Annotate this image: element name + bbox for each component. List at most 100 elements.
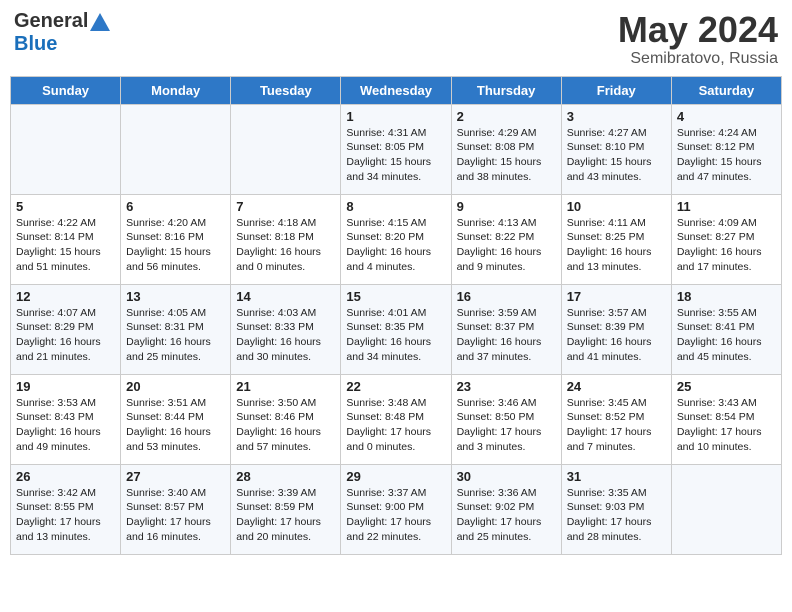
day-info: Sunrise: 3:53 AM Sunset: 8:43 PM Dayligh… xyxy=(16,396,115,455)
title-block: May 2024 Semibratovo, Russia xyxy=(618,10,778,68)
calendar-table: SundayMondayTuesdayWednesdayThursdayFrid… xyxy=(10,76,782,555)
calendar-day-cell: 17 Sunrise: 3:57 AM Sunset: 8:39 PM Dayli… xyxy=(561,284,671,374)
calendar-day-cell: 2Sunrise: 4:29 AM Sunset: 8:08 PM Daylig… xyxy=(451,104,561,194)
day-number: 16 xyxy=(457,289,556,304)
day-info: Sunrise: 3:50 AM Sunset: 8:46 PM Dayligh… xyxy=(236,396,335,455)
calendar-day-cell xyxy=(231,104,341,194)
calendar-week-row: 1 Sunrise: 4:31 AM Sunset: 8:05 PM Daylig… xyxy=(11,104,782,194)
calendar-day-cell: 6 Sunrise: 4:20 AM Sunset: 8:16 PM Daylig… xyxy=(121,194,231,284)
calendar-day-cell: 15 Sunrise: 4:01 AM Sunset: 8:35 PM Dayli… xyxy=(341,284,451,374)
day-number: 10 xyxy=(567,199,666,214)
calendar-day-cell: 30 Sunrise: 3:36 AM Sunset: 9:02 PM Dayli… xyxy=(451,464,561,554)
day-of-week-header: Saturday xyxy=(671,76,781,104)
day-number: 18 xyxy=(677,289,776,304)
day-number: 30 xyxy=(457,469,556,484)
calendar-day-cell: 26 Sunrise: 3:42 AM Sunset: 8:55 PM Dayli… xyxy=(11,464,121,554)
calendar-day-cell: 18 Sunrise: 3:55 AM Sunset: 8:41 PM Dayli… xyxy=(671,284,781,374)
day-info: Sunrise: 3:37 AM Sunset: 9:00 PM Dayligh… xyxy=(346,486,445,545)
day-number: 2 xyxy=(457,109,556,124)
calendar-day-cell: 24 Sunrise: 3:45 AM Sunset: 8:52 PM Dayli… xyxy=(561,374,671,464)
day-info: Sunrise: 3:57 AM Sunset: 8:39 PM Dayligh… xyxy=(567,306,666,365)
day-number: 5 xyxy=(16,199,115,214)
day-number: 25 xyxy=(677,379,776,394)
day-of-week-header: Friday xyxy=(561,76,671,104)
day-info: Sunrise: 4:05 AM Sunset: 8:31 PM Dayligh… xyxy=(126,306,225,365)
calendar-day-cell: 3 Sunrise: 4:27 AM Sunset: 8:10 PM Daylig… xyxy=(561,104,671,194)
day-info: Sunrise: 4:15 AM Sunset: 8:20 PM Dayligh… xyxy=(346,216,445,275)
day-number: 26 xyxy=(16,469,115,484)
calendar-day-cell xyxy=(671,464,781,554)
day-number: 27 xyxy=(126,469,225,484)
calendar-day-cell: 1 Sunrise: 4:31 AM Sunset: 8:05 PM Daylig… xyxy=(341,104,451,194)
day-number: 21 xyxy=(236,379,335,394)
logo-blue-text: Blue xyxy=(14,33,57,56)
day-info: Sunrise: 3:51 AM Sunset: 8:44 PM Dayligh… xyxy=(126,396,225,455)
calendar-day-cell: 21 Sunrise: 3:50 AM Sunset: 8:46 PM Dayli… xyxy=(231,374,341,464)
calendar-day-cell: 20Sunrise: 3:51 AM Sunset: 8:44 PM Dayli… xyxy=(121,374,231,464)
day-info: Sunrise: 3:46 AM Sunset: 8:50 PM Dayligh… xyxy=(457,396,556,455)
calendar-day-cell: 22Sunrise: 3:48 AM Sunset: 8:48 PM Dayli… xyxy=(341,374,451,464)
day-info: Sunrise: 3:45 AM Sunset: 8:52 PM Dayligh… xyxy=(567,396,666,455)
day-number: 29 xyxy=(346,469,445,484)
calendar-day-cell: 14Sunrise: 4:03 AM Sunset: 8:33 PM Dayli… xyxy=(231,284,341,374)
month-year-title: May 2024 xyxy=(618,10,778,50)
day-info: Sunrise: 3:55 AM Sunset: 8:41 PM Dayligh… xyxy=(677,306,776,365)
page-header: General Blue May 2024 Semibratovo, Russi… xyxy=(10,10,782,68)
calendar-day-cell: 31 Sunrise: 3:35 AM Sunset: 9:03 PM Dayli… xyxy=(561,464,671,554)
day-number: 9 xyxy=(457,199,556,214)
day-number: 6 xyxy=(126,199,225,214)
day-info: Sunrise: 3:43 AM Sunset: 8:54 PM Dayligh… xyxy=(677,396,776,455)
day-of-week-header: Thursday xyxy=(451,76,561,104)
day-info: Sunrise: 4:27 AM Sunset: 8:10 PM Dayligh… xyxy=(567,126,666,185)
calendar-day-cell: 8 Sunrise: 4:15 AM Sunset: 8:20 PM Daylig… xyxy=(341,194,451,284)
calendar-week-row: 19Sunrise: 3:53 AM Sunset: 8:43 PM Dayli… xyxy=(11,374,782,464)
day-info: Sunrise: 4:20 AM Sunset: 8:16 PM Dayligh… xyxy=(126,216,225,275)
day-info: Sunrise: 4:01 AM Sunset: 8:35 PM Dayligh… xyxy=(346,306,445,365)
day-of-week-header: Tuesday xyxy=(231,76,341,104)
day-number: 11 xyxy=(677,199,776,214)
day-info: Sunrise: 3:36 AM Sunset: 9:02 PM Dayligh… xyxy=(457,486,556,545)
calendar-week-row: 12Sunrise: 4:07 AM Sunset: 8:29 PM Dayli… xyxy=(11,284,782,374)
calendar-day-cell: 4Sunrise: 4:24 AM Sunset: 8:12 PM Daylig… xyxy=(671,104,781,194)
calendar-day-cell: 19Sunrise: 3:53 AM Sunset: 8:43 PM Dayli… xyxy=(11,374,121,464)
day-info: Sunrise: 4:11 AM Sunset: 8:25 PM Dayligh… xyxy=(567,216,666,275)
day-number: 15 xyxy=(346,289,445,304)
logo-general-text: General xyxy=(14,10,88,33)
day-number: 12 xyxy=(16,289,115,304)
calendar-day-cell: 28Sunrise: 3:39 AM Sunset: 8:59 PM Dayli… xyxy=(231,464,341,554)
location-subtitle: Semibratovo, Russia xyxy=(618,50,778,68)
calendar-day-cell: 12Sunrise: 4:07 AM Sunset: 8:29 PM Dayli… xyxy=(11,284,121,374)
day-info: Sunrise: 3:48 AM Sunset: 8:48 PM Dayligh… xyxy=(346,396,445,455)
day-number: 23 xyxy=(457,379,556,394)
day-info: Sunrise: 4:18 AM Sunset: 8:18 PM Dayligh… xyxy=(236,216,335,275)
day-info: Sunrise: 4:22 AM Sunset: 8:14 PM Dayligh… xyxy=(16,216,115,275)
day-number: 3 xyxy=(567,109,666,124)
calendar-day-cell: 25 Sunrise: 3:43 AM Sunset: 8:54 PM Dayli… xyxy=(671,374,781,464)
day-info: Sunrise: 4:31 AM Sunset: 8:05 PM Dayligh… xyxy=(346,126,445,185)
calendar-day-cell: 9 Sunrise: 4:13 AM Sunset: 8:22 PM Daylig… xyxy=(451,194,561,284)
day-number: 24 xyxy=(567,379,666,394)
day-of-week-header: Sunday xyxy=(11,76,121,104)
logo-icon xyxy=(90,13,110,31)
calendar-day-cell: 16 Sunrise: 3:59 AM Sunset: 8:37 PM Dayli… xyxy=(451,284,561,374)
calendar-day-cell: 13Sunrise: 4:05 AM Sunset: 8:31 PM Dayli… xyxy=(121,284,231,374)
day-number: 7 xyxy=(236,199,335,214)
day-of-week-header: Monday xyxy=(121,76,231,104)
day-info: Sunrise: 3:42 AM Sunset: 8:55 PM Dayligh… xyxy=(16,486,115,545)
day-info: Sunrise: 4:09 AM Sunset: 8:27 PM Dayligh… xyxy=(677,216,776,275)
day-info: Sunrise: 3:40 AM Sunset: 8:57 PM Dayligh… xyxy=(126,486,225,545)
day-info: Sunrise: 3:59 AM Sunset: 8:37 PM Dayligh… xyxy=(457,306,556,365)
day-number: 31 xyxy=(567,469,666,484)
calendar-day-cell: 7 Sunrise: 4:18 AM Sunset: 8:18 PM Daylig… xyxy=(231,194,341,284)
day-number: 17 xyxy=(567,289,666,304)
day-info: Sunrise: 4:03 AM Sunset: 8:33 PM Dayligh… xyxy=(236,306,335,365)
calendar-day-cell: 23 Sunrise: 3:46 AM Sunset: 8:50 PM Dayli… xyxy=(451,374,561,464)
day-number: 8 xyxy=(346,199,445,214)
day-number: 1 xyxy=(346,109,445,124)
calendar-week-row: 26 Sunrise: 3:42 AM Sunset: 8:55 PM Dayli… xyxy=(11,464,782,554)
logo: General Blue xyxy=(14,10,110,56)
day-info: Sunrise: 3:35 AM Sunset: 9:03 PM Dayligh… xyxy=(567,486,666,545)
calendar-day-cell xyxy=(121,104,231,194)
calendar-day-cell: 5 Sunrise: 4:22 AM Sunset: 8:14 PM Daylig… xyxy=(11,194,121,284)
day-info: Sunrise: 4:13 AM Sunset: 8:22 PM Dayligh… xyxy=(457,216,556,275)
